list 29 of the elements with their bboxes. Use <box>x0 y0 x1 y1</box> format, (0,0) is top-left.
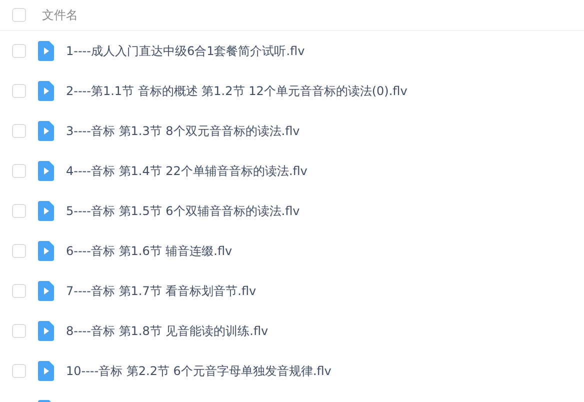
checkbox[interactable] <box>12 124 26 138</box>
video-file-icon <box>38 281 54 301</box>
checkbox[interactable] <box>12 8 26 22</box>
file-name[interactable]: 6----音标 第1.6节 辅音连缀.flv <box>66 242 232 260</box>
column-header[interactable]: 文件名 <box>42 6 78 24</box>
checkbox[interactable] <box>12 244 26 258</box>
checkbox[interactable] <box>12 324 26 338</box>
video-file-icon <box>38 121 54 141</box>
video-file-icon <box>38 321 54 341</box>
file-name[interactable]: 1----成人入门直达中级6合1套餐简介试听.flv <box>66 42 305 60</box>
checkbox[interactable] <box>12 44 26 58</box>
video-file-icon <box>38 361 54 381</box>
checkbox[interactable] <box>12 284 26 298</box>
checkbox[interactable] <box>12 164 26 178</box>
video-file-icon <box>38 201 54 221</box>
video-file-icon <box>38 81 54 101</box>
file-name[interactable]: 2----第1.1节 音标的概述 第1.2节 12个单元音音标的读法(0).flv <box>66 82 408 100</box>
video-file-icon <box>38 161 54 181</box>
video-file-icon <box>38 241 54 261</box>
file-name[interactable]: 10----音标 第2.2节 6个元音字母单独发音规律.flv <box>66 362 332 380</box>
file-name[interactable]: 3----音标 第1.3节 8个双元音音标的读法.flv <box>66 122 300 140</box>
checkbox[interactable] <box>12 204 26 218</box>
file-name[interactable]: 5----音标 第1.5节 6个双辅音音标的读法.flv <box>66 202 300 220</box>
file-name[interactable]: 4----音标 第1.4节 22个单辅音音标的读法.flv <box>66 162 308 180</box>
checkbox[interactable] <box>12 84 26 98</box>
checkbox[interactable] <box>12 364 26 378</box>
video-file-icon <box>38 41 54 61</box>
file-name[interactable]: 8----音标 第1.8节 见音能读的训练.flv <box>66 322 268 340</box>
file-name[interactable]: 7----音标 第1.7节 看音标划音节.flv <box>66 282 256 300</box>
